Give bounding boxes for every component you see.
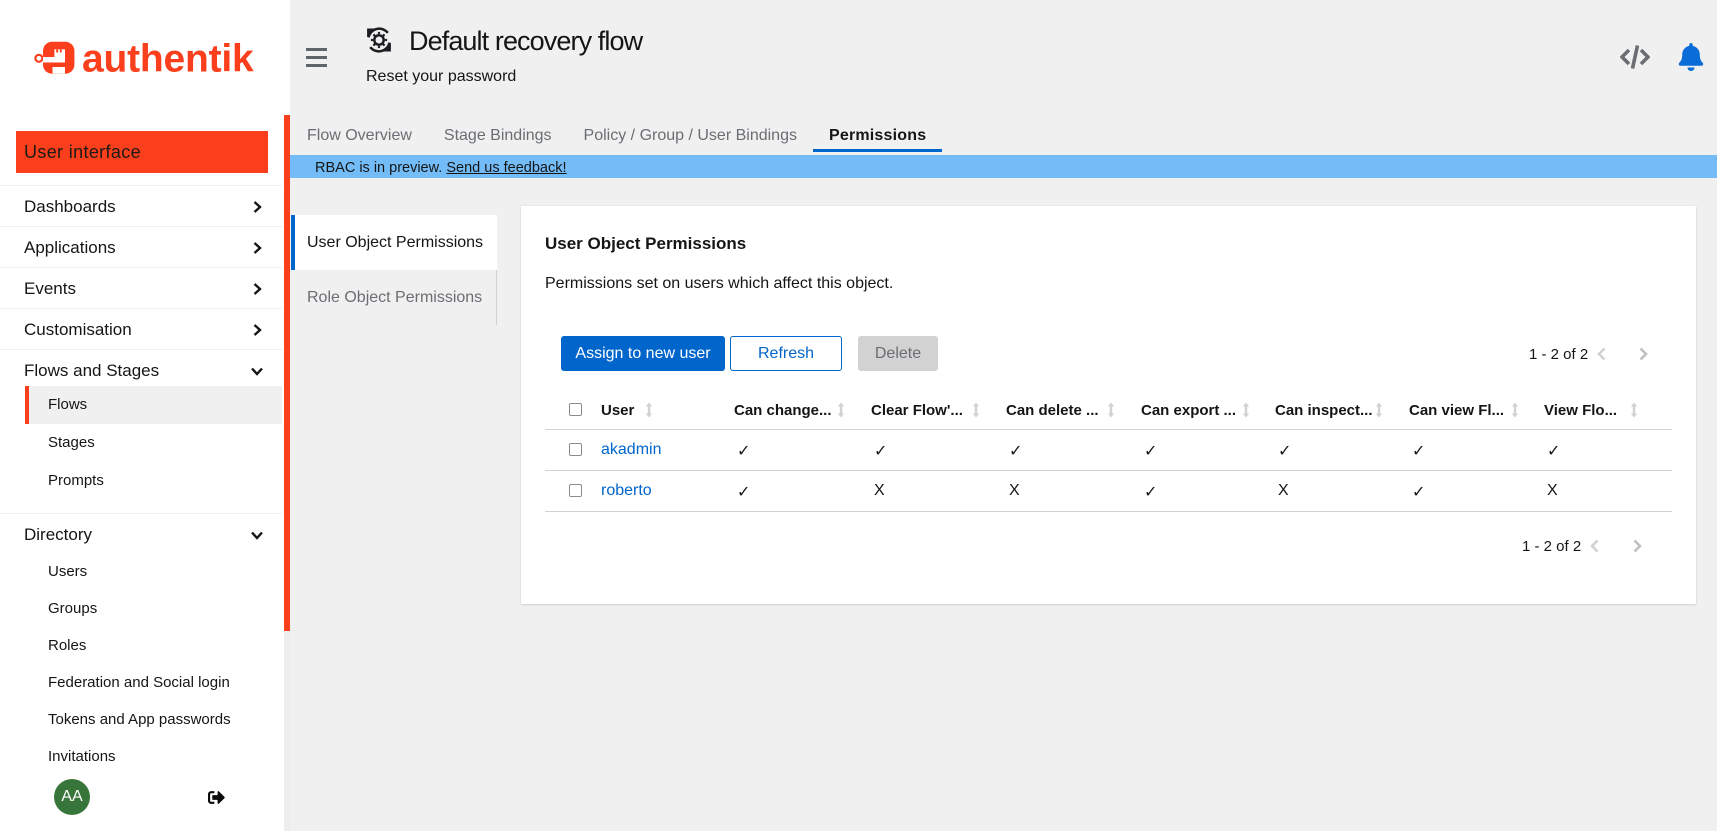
svg-text:authentik: authentik [82, 38, 254, 80]
